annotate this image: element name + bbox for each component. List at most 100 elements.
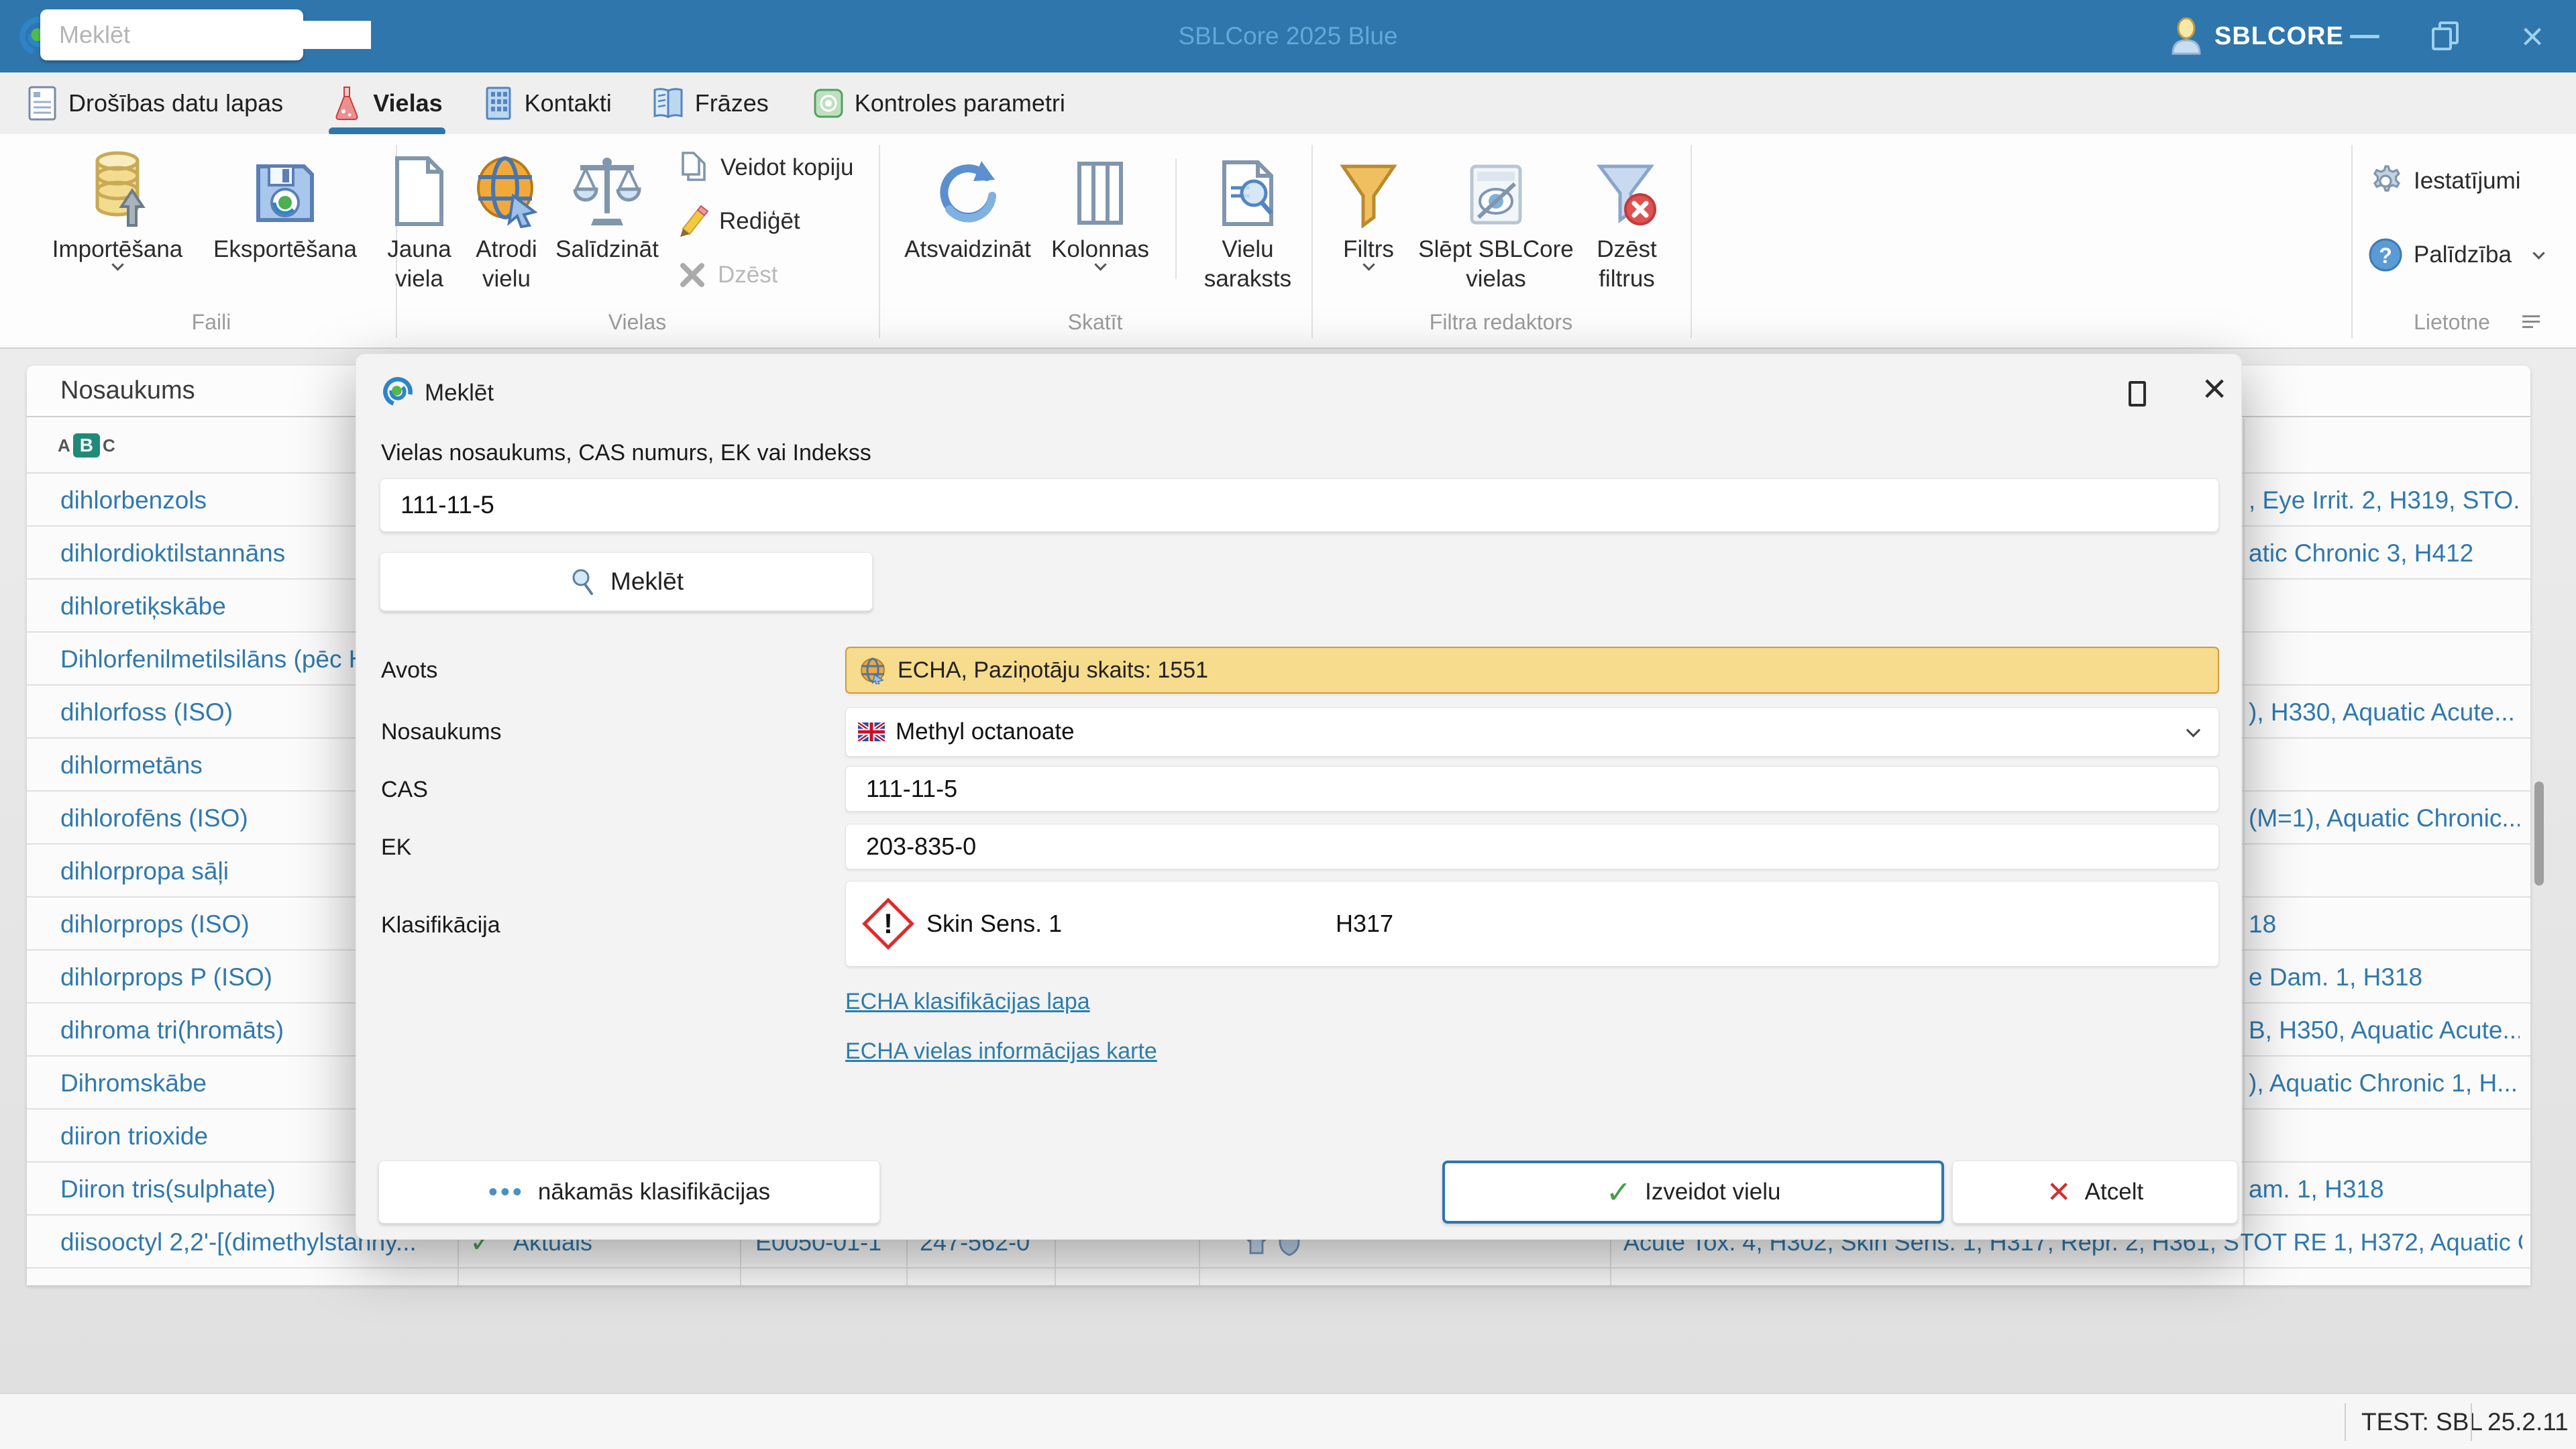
search-icon — [569, 567, 598, 596]
cancel-button[interactable]: ✕ Atcelt — [1952, 1161, 2238, 1224]
tab-kontakti[interactable]: Kontakti — [466, 72, 629, 134]
hide-sblcore-substances-button[interactable]: Slēpt SBLCore vielas — [1415, 142, 1576, 310]
import-button[interactable]: Importēšana — [40, 142, 195, 310]
vertical-scrollbar[interactable] — [2534, 782, 2544, 885]
book-icon — [652, 87, 684, 120]
ribbon-toolbar: Importēšana Eksportēšana Faili — [0, 134, 2576, 349]
copy-icon — [678, 150, 710, 185]
dialog-maximize-button[interactable] — [2129, 381, 2146, 407]
columns-button[interactable]: Kolonnas — [1036, 142, 1164, 310]
tab-frazes[interactable]: Frāzes — [635, 72, 786, 134]
close-button[interactable]: × — [2502, 0, 2563, 72]
next-classifications-button[interactable]: ••• nākamās klasifikācijas — [378, 1161, 880, 1224]
sblcore-window: SBLCore 2025 Blue SBLCORE × Drošības dat… — [0, 0, 2576, 1449]
app-logo-icon — [380, 374, 415, 409]
check-icon: ✓ — [1606, 1174, 1632, 1210]
global-search-input[interactable] — [59, 21, 371, 49]
globe-search-icon — [473, 142, 540, 228]
group-separator — [2351, 145, 2353, 338]
user-menu[interactable]: SBLCORE — [2170, 0, 2344, 72]
name-dropdown[interactable]: Methyl octanoate — [845, 707, 2219, 757]
hazard-code: H317 — [1336, 910, 1393, 938]
cross-icon: ✕ — [2047, 1175, 2072, 1210]
filter-button[interactable]: Filtrs — [1318, 142, 1419, 310]
status-separator — [2471, 1403, 2472, 1441]
environment-label: TEST: SBL — [2361, 1394, 2483, 1449]
gear-icon — [2368, 164, 2403, 199]
minimize-icon — [2350, 35, 2379, 38]
minimize-button[interactable] — [2334, 0, 2395, 72]
uk-flag-icon — [858, 722, 885, 741]
user-icon — [2170, 17, 2202, 55]
question-icon: ? — [2368, 237, 2403, 272]
exclamation-glyph: ! — [883, 908, 893, 939]
ek-value[interactable]: 203-835-0 — [845, 824, 2219, 869]
group-label-faili: Faili — [27, 310, 396, 335]
echa-classification-link[interactable]: ECHA klasifikācijas lapa — [845, 989, 1090, 1015]
dialog-title: Meklēt — [425, 380, 494, 407]
hidden-eye-icon — [1465, 142, 1527, 228]
version-label: 25.2.11 — [2487, 1394, 2569, 1449]
status-bar: TEST: SBL 25.2.11 — [0, 1393, 2576, 1449]
klasifikacija-label: Klasifikācija — [381, 912, 500, 938]
restore-button[interactable] — [2415, 0, 2475, 72]
new-document-icon — [390, 142, 448, 228]
create-substance-button[interactable]: ✓ Izveidot vielu — [1442, 1161, 1944, 1224]
avots-label: Avots — [381, 657, 437, 684]
group-separator — [1311, 145, 1313, 338]
edit-button[interactable]: Rediģēt — [678, 203, 800, 240]
chevron-down-icon — [2186, 722, 2200, 737]
document-search-icon — [1218, 142, 1278, 228]
delete-button[interactable]: Dzēst — [678, 256, 777, 294]
refresh-icon — [933, 142, 1003, 228]
abc-filter-icon: ABC — [58, 433, 115, 458]
clear-filters-button[interactable]: Dzēst filtrus — [1573, 142, 1680, 310]
compare-button[interactable]: Salīdzināt — [537, 142, 678, 310]
dialog-close-button[interactable]: × — [2202, 365, 2226, 413]
pencil-icon — [678, 205, 708, 238]
tab-vielas[interactable]: Vielas — [314, 72, 460, 134]
tab-drosibas-datu-lapas[interactable]: Drošības datu lapas — [9, 72, 301, 134]
group-label-vielas: Vielas — [396, 310, 879, 335]
database-import-icon — [84, 142, 151, 228]
status-separator — [2345, 1403, 2346, 1441]
substance-list-button[interactable]: Vielu saraksts — [1184, 142, 1311, 310]
group-separator — [1690, 145, 1692, 338]
window-title: SBLCore 2025 Blue — [953, 0, 1623, 72]
search-dialog: Meklēt × Vielas nosaukums, CAS numurs, E… — [356, 354, 2242, 1240]
tab-kontroles-parametri[interactable]: Kontroles parametri — [796, 72, 1083, 134]
scales-icon — [572, 142, 642, 228]
building-icon — [483, 86, 514, 121]
user-name: SBLCORE — [2214, 22, 2344, 51]
help-button[interactable]: ? Palīdzība — [2368, 236, 2543, 274]
svg-text:?: ? — [2379, 244, 2392, 268]
duplicate-button[interactable]: Veidot kopiju — [678, 149, 853, 186]
funnel-icon — [1338, 142, 1399, 228]
group-separator — [879, 145, 880, 338]
hazard-class: Skin Sens. 1 — [926, 910, 1062, 938]
ghs07-exclamation-icon: ! — [862, 898, 914, 950]
refresh-button[interactable]: Atsvaidzināt — [889, 142, 1046, 310]
substance-search-input[interactable] — [380, 478, 2219, 532]
title-bar: SBLCore 2025 Blue SBLCORE × — [0, 0, 2576, 72]
dialog-search-button[interactable]: Meklēt — [380, 552, 873, 611]
export-button[interactable]: Eksportēšana — [208, 142, 362, 310]
source-value[interactable]: ECHA, Paziņotāju skaits: 1551 — [845, 647, 2219, 694]
global-search — [40, 9, 303, 60]
collapse-ribbon-button[interactable] — [2522, 315, 2540, 329]
cas-value[interactable]: 111-11-5 — [845, 766, 2219, 812]
ribbon-tab-bar: Drošības datu lapas Vielas Kontakti — [0, 72, 2576, 134]
nosaukums-label: Nosaukums — [381, 719, 502, 745]
ellipsis-icon: ••• — [488, 1177, 525, 1208]
cas-label: CAS — [381, 777, 428, 803]
ek-label: EK — [381, 835, 411, 861]
chevron-down-icon — [2532, 247, 2544, 259]
echa-infocard-link[interactable]: ECHA vielas informācijas karte — [845, 1038, 1157, 1065]
group-label-skatit: Skatīt — [879, 310, 1311, 335]
classification-box[interactable]: ! Skin Sens. 1 H317 — [845, 881, 2219, 967]
datasheet-icon — [27, 86, 58, 121]
flask-icon — [331, 86, 362, 121]
button-separator — [1175, 158, 1177, 279]
settings-button[interactable]: Iestatījumi — [2368, 162, 2521, 200]
funnel-delete-icon — [1595, 142, 1659, 228]
